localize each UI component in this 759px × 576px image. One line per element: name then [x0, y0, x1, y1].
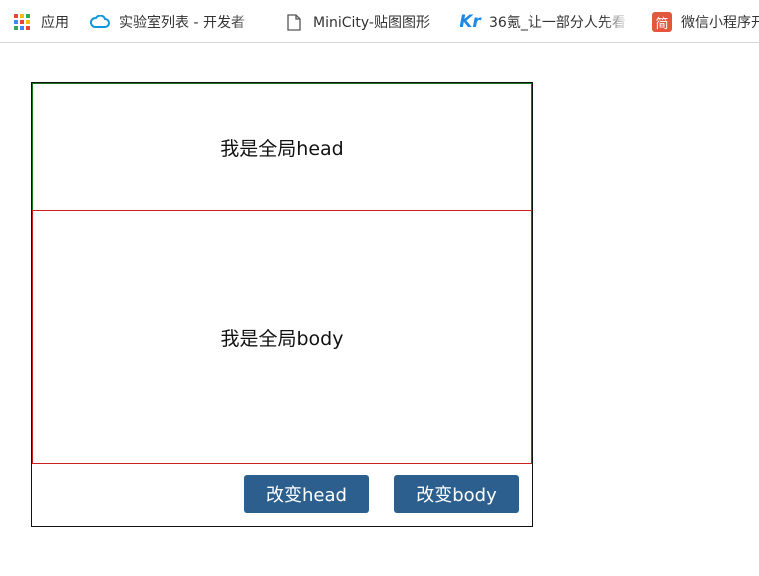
global-head-text: 我是全局head	[220, 137, 344, 160]
bookmark-label: MiniCity-贴图图形	[313, 15, 430, 31]
cloud-icon	[90, 12, 110, 32]
bookmark-label: 应用	[41, 15, 69, 31]
change-body-button[interactable]: 改变body	[394, 475, 519, 513]
global-body-text: 我是全局body	[220, 327, 344, 350]
kr-icon: Kr	[460, 12, 481, 32]
bookmark-label: 实验室列表 - 开发者	[119, 15, 245, 31]
change-head-button[interactable]: 改变head	[244, 475, 369, 513]
bookmark-apps[interactable]: 应用	[12, 11, 69, 33]
apps-grid-icon	[12, 12, 32, 32]
bookmark-36kr[interactable]: Kr 36氪_让一部分人先看	[460, 11, 630, 33]
page-icon	[284, 12, 304, 32]
bookmarks-bar: 应用 实验室列表 - 开发者 MiniCity-贴图图形 Kr 36氪_让一部分…	[0, 0, 759, 43]
global-head-area: 我是全局head	[32, 83, 532, 211]
bookmark-label: 36氪_让一部分人先看	[489, 15, 626, 31]
demo-panel: 我是全局head 我是全局body 改变head 改变body	[31, 82, 533, 527]
bookmark-lab-list[interactable]: 实验室列表 - 开发者	[90, 11, 262, 33]
global-body-area: 我是全局body	[32, 210, 532, 464]
jian-icon: 简	[652, 12, 672, 32]
bookmark-wechat-miniprogram[interactable]: 简 微信小程序开	[652, 11, 759, 33]
bookmark-minicity[interactable]: MiniCity-贴图图形	[284, 11, 440, 33]
bookmark-label: 微信小程序开	[681, 15, 759, 31]
